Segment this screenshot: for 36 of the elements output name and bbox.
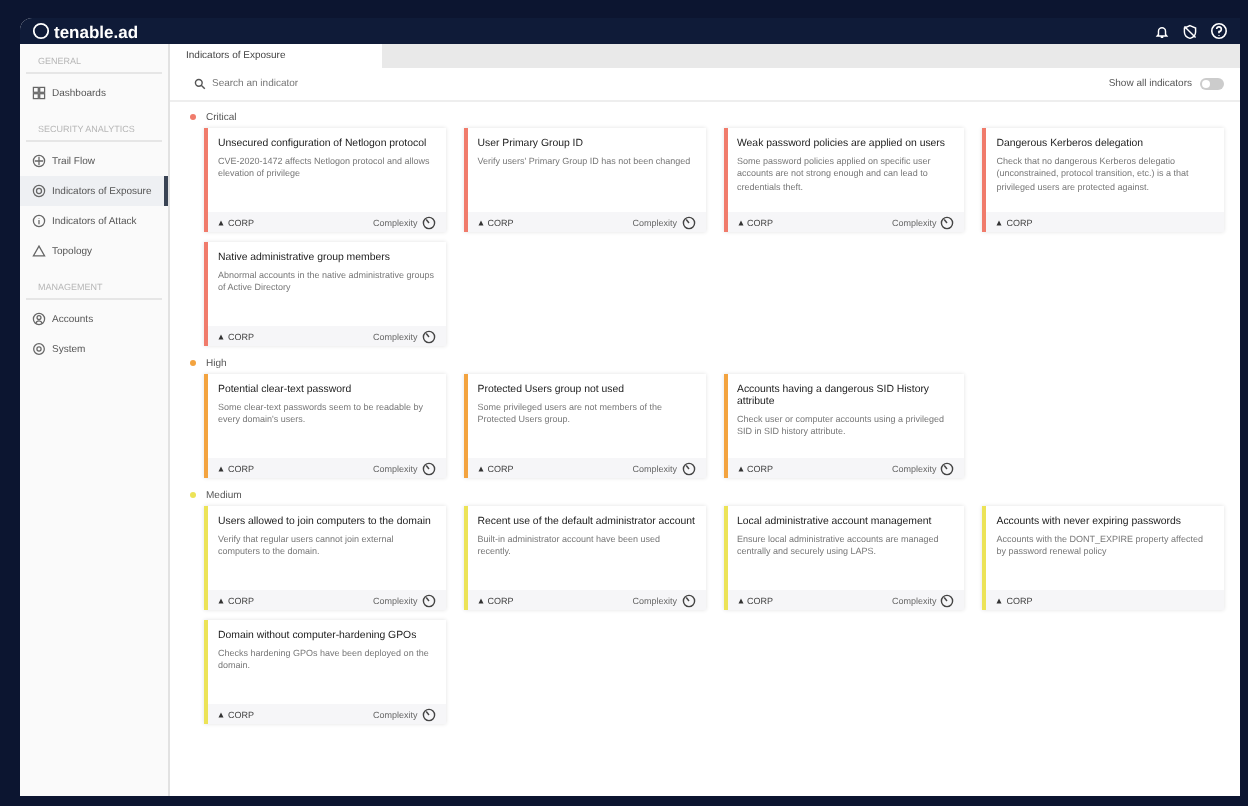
triangle-icon xyxy=(737,219,743,225)
gauge-icon xyxy=(681,461,695,475)
triangle-icon xyxy=(996,219,1003,225)
gauge-icon xyxy=(421,329,436,343)
info-icon xyxy=(32,214,46,228)
triangle-icon xyxy=(737,465,743,471)
gauge-icon xyxy=(421,707,436,721)
gauge-icon xyxy=(681,215,695,229)
logo-ring-icon xyxy=(32,22,50,40)
search-icon xyxy=(194,78,206,90)
gauge-icon xyxy=(681,593,695,607)
triangle-icon xyxy=(737,597,743,603)
triangle-icon xyxy=(218,597,224,603)
triangle-icon xyxy=(218,711,224,717)
triangle-icon xyxy=(218,219,224,225)
triangle-icon xyxy=(477,465,484,471)
target-icon xyxy=(32,184,46,198)
gauge-icon xyxy=(421,461,436,475)
gauge-icon xyxy=(940,593,955,607)
triangle-icon xyxy=(218,333,224,339)
people-icon xyxy=(32,312,46,326)
gauge-icon xyxy=(421,215,436,229)
logo-text: tenable.ad xyxy=(54,21,139,41)
show-all-toggle[interactable] xyxy=(1200,78,1224,90)
gauge-icon xyxy=(421,593,436,607)
help-icon[interactable] xyxy=(1210,22,1228,40)
triangle-icon xyxy=(218,465,224,471)
bell-icon[interactable] xyxy=(1154,23,1170,39)
triangle-icon xyxy=(996,597,1003,603)
shield-slash-icon[interactable] xyxy=(1182,23,1198,39)
grid-icon xyxy=(32,86,46,100)
triangle-icon xyxy=(477,219,484,225)
gauge-icon xyxy=(940,215,955,229)
gauge-icon xyxy=(940,461,955,475)
tri-icon xyxy=(32,244,46,258)
triangle-icon xyxy=(477,597,484,603)
